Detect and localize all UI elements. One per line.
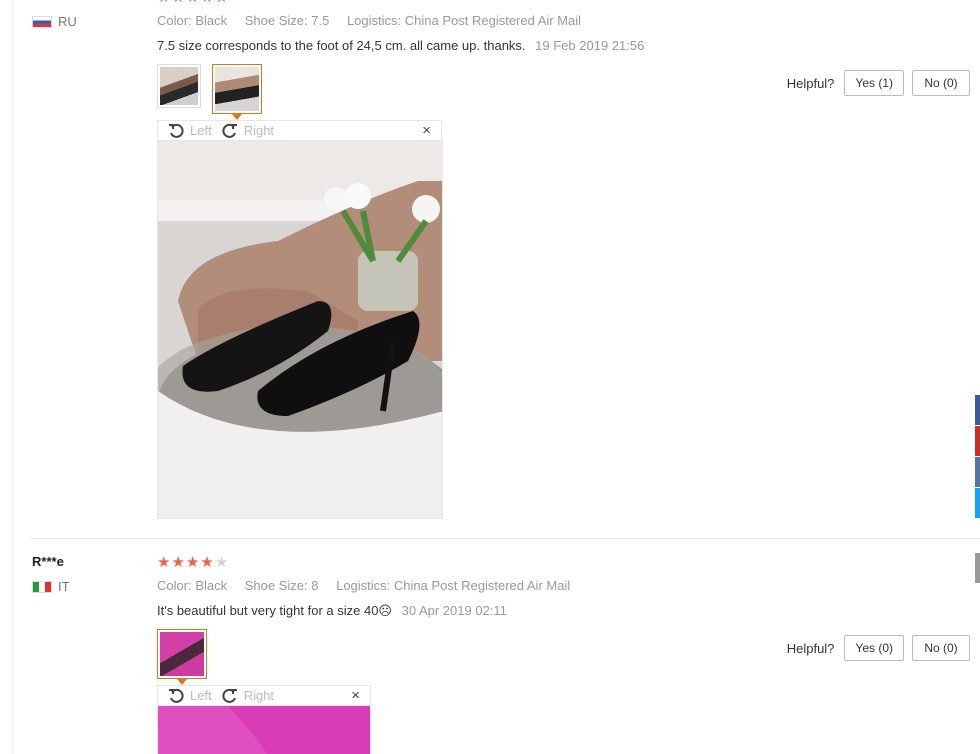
country-code: IT <box>58 579 70 594</box>
vk-share-icon[interactable] <box>975 457 980 487</box>
rotate-left-button[interactable]: Left <box>168 123 212 139</box>
helpful-no-button[interactable]: No (0) <box>912 635 970 661</box>
thumbnail-image <box>215 67 259 111</box>
rotate-right-label: Right <box>243 123 275 138</box>
helpful-controls: Helpful? Yes (0) No (0) <box>787 635 970 661</box>
helpful-controls: Helpful? Yes (1) No (0) <box>787 70 970 96</box>
color-key: Color: <box>157 578 192 593</box>
flag-ru-icon <box>32 15 52 28</box>
rotate-left-label: Left <box>190 688 212 703</box>
pink-photo <box>158 706 370 754</box>
rotate-right-button[interactable]: Right <box>222 688 274 704</box>
star-empty-icon: ★ <box>214 554 230 571</box>
close-viewer-button[interactable]: × <box>351 687 360 704</box>
user-name: R***e <box>32 554 64 569</box>
review-attributes: Color: Black Shoe Size: 7.5 Logistics: C… <box>157 13 595 28</box>
logistics-value: China Post Registered Air Mail <box>404 13 582 28</box>
feedback-date: 30 Apr 2019 02:11 <box>401 603 507 618</box>
share-sidebar <box>975 395 980 519</box>
helpful-no-button[interactable]: No (0) <box>912 70 970 96</box>
helpful-yes-button[interactable]: Yes (0) <box>844 635 904 661</box>
feedback-text: It's beautiful but very tight for a size… <box>157 603 507 619</box>
review-attributes: Color: Black Shoe Size: 8 Logistics: Chi… <box>157 578 584 593</box>
image-viewer-toolbar: Left Right × <box>157 685 371 705</box>
review-divider <box>30 538 980 539</box>
star-filled-icon: ★ <box>200 554 215 571</box>
star-filled-icon: ★ <box>185 554 201 571</box>
image-viewer-toolbar: Left Right × <box>157 120 442 140</box>
more-share-icon[interactable] <box>975 553 980 583</box>
color-key: Color: <box>157 13 192 28</box>
rotate-right-icon <box>222 688 237 703</box>
country: IT <box>32 579 70 594</box>
helpful-label: Helpful? <box>786 640 835 656</box>
rating-stars-cut: ★★★★★ <box>157 0 229 6</box>
rotate-left-icon <box>169 123 184 138</box>
feedback-body: 7.5 size corresponds to the foot of 24,5… <box>157 38 526 53</box>
helpful-label: Helpful? <box>786 75 835 91</box>
shoes-photo <box>158 141 442 518</box>
color-value: Black <box>195 13 228 28</box>
review-thumbnail-active[interactable] <box>212 64 262 114</box>
share-sidebar-more <box>975 553 980 584</box>
review-thumbnail[interactable] <box>157 64 201 108</box>
review-photo-large <box>157 140 443 519</box>
star-filled-icon: ★ <box>171 554 186 571</box>
flag-it-icon <box>32 580 52 593</box>
star-filled-icon: ★ <box>157 554 172 571</box>
rotate-right-button[interactable]: Right <box>222 123 274 139</box>
facebook-share-icon[interactable] <box>975 395 980 425</box>
thumbnail-image <box>160 67 198 105</box>
size-value: 7.5 <box>311 13 330 28</box>
left-rule <box>12 0 13 754</box>
helpful-yes-button[interactable]: Yes (1) <box>844 70 904 96</box>
rotate-right-icon <box>222 123 237 138</box>
review-thumbnail-active[interactable] <box>157 629 207 679</box>
feedback-text: 7.5 size corresponds to the foot of 24,5… <box>157 38 644 53</box>
size-key: Shoe Size: <box>244 578 308 593</box>
logistics-key: Logistics: <box>346 13 402 28</box>
country: RU <box>32 14 77 29</box>
country-code: RU <box>58 14 77 29</box>
logistics-key: Logistics: <box>336 578 391 593</box>
feedback-date: 19 Feb 2019 21:56 <box>535 38 645 53</box>
review-photo-large <box>157 705 371 754</box>
size-key: Shoe Size: <box>244 13 308 28</box>
feedback-body: It's beautiful but very tight for a size… <box>157 603 392 618</box>
size-value: 8 <box>311 578 319 593</box>
user-name-cut: · · · <box>30 0 50 5</box>
rotate-left-label: Left <box>190 123 212 138</box>
pinterest-share-icon[interactable] <box>975 426 980 456</box>
thumbnail-image <box>160 632 204 676</box>
rotate-left-button[interactable]: Left <box>168 688 212 704</box>
close-viewer-button[interactable]: × <box>422 122 431 139</box>
twitter-share-icon[interactable] <box>975 488 980 518</box>
rotate-left-icon <box>169 688 184 703</box>
logistics-value: China Post Registered Air Mail <box>393 578 571 593</box>
color-value: Black <box>195 578 228 593</box>
rating-stars: ★★★★★ <box>157 553 229 571</box>
rotate-right-label: Right <box>243 688 275 703</box>
